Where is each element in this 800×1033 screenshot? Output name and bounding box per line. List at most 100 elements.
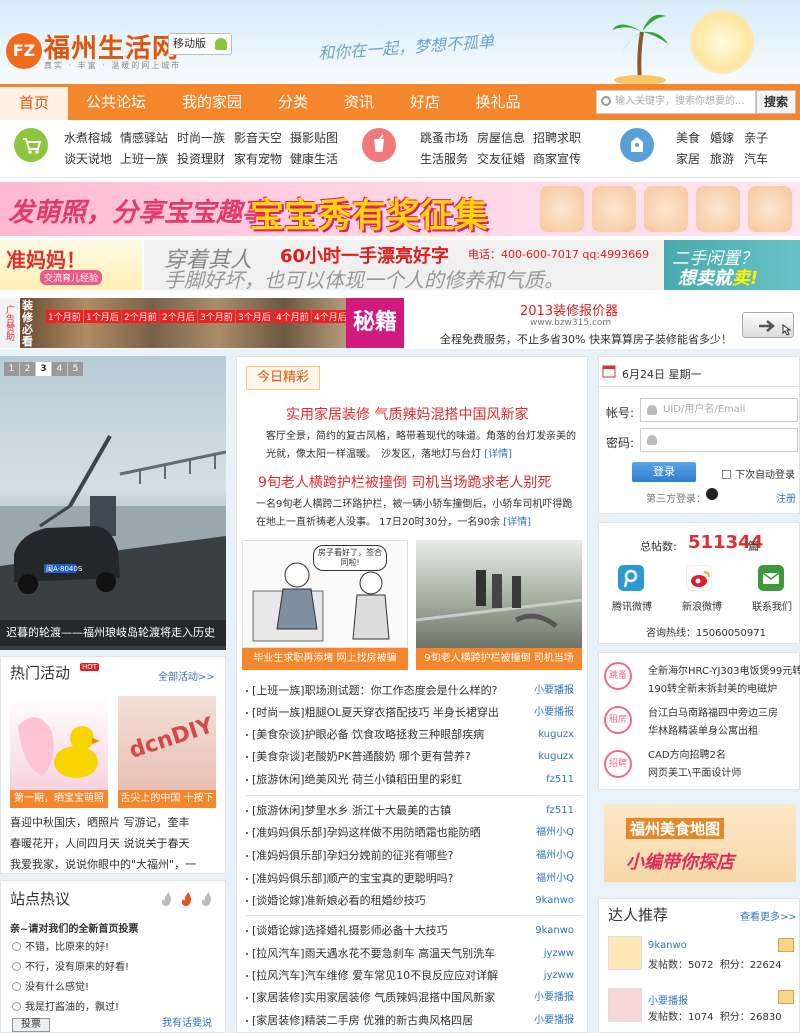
category-link[interactable]: 健康生活 <box>290 150 338 167</box>
news-author[interactable]: 福州小Q <box>536 846 574 866</box>
news-item[interactable]: [美食杂谈]老酸奶PK普通酸奶 哪个更有营养? kuguzx <box>246 747 582 767</box>
login-button[interactable]: 登录 <box>632 462 696 482</box>
sina-weibo-link[interactable]: 新浪微博 <box>682 598 722 613</box>
news-item[interactable]: [准妈妈俱乐部]顺产的宝宝真的更聪明吗? 福州小Q <box>246 869 582 889</box>
news-item[interactable]: [旅游休闲]梦里水乡 浙江十大最美的古镇 fz511 <box>246 801 582 821</box>
news-title[interactable]: [旅游休闲]梦里水乡 浙江十大最美的古镇 <box>252 801 451 821</box>
news-item[interactable]: [旅游休闲]绝美风光 荷兰小镇稻田里的彩虹 fz511 <box>246 770 582 790</box>
tencent-weibo-icon[interactable] <box>618 565 644 591</box>
category-link[interactable]: 影音天空 <box>234 129 282 146</box>
photo-slideshow[interactable]: 12345 闽A·8040S <box>0 356 226 650</box>
category-link[interactable]: 跳蚤市场 <box>420 129 468 146</box>
news-author[interactable]: 9kanwo <box>535 891 574 911</box>
category-link[interactable]: 汽车 <box>744 150 768 167</box>
news-author[interactable]: fz511 <box>546 770 574 790</box>
radio-icon[interactable] <box>12 962 21 971</box>
category-link[interactable]: 旅游 <box>710 150 734 167</box>
category-link[interactable]: 情感驿站 <box>120 129 168 146</box>
recruitment-badge[interactable]: 招聘 <box>604 750 632 778</box>
news-author[interactable]: jyzww <box>544 966 574 986</box>
activity-image[interactable]: dcnDIY <box>118 696 217 790</box>
nav-item-gifts[interactable]: 换礼品 <box>464 84 532 120</box>
classified-link[interactable]: 全新海尔HRC-YJ303电饭煲99元转 <box>648 662 800 677</box>
category-link[interactable]: 生活服务 <box>420 150 468 167</box>
avatar[interactable] <box>608 988 642 1022</box>
news-item[interactable]: [准妈妈俱乐部]孕妇分娩前的征兆有哪些? 福州小Q <box>246 846 582 866</box>
expecting-mom-ad[interactable]: 准妈妈！ 交流育儿经验 <box>0 240 142 290</box>
news-title[interactable]: [上班一族]职场测试题：你工作态度会是什么样的? <box>252 681 497 701</box>
activity-link[interactable]: 喜迎中秋国庆，晒照片 写游记，奎丰 <box>10 814 190 830</box>
news-author[interactable]: 小要播报 <box>534 681 574 701</box>
sina-weibo-icon[interactable] <box>686 565 712 591</box>
category-link[interactable]: 招聘求职 <box>533 129 581 146</box>
news-author[interactable]: 小要播报 <box>534 1011 574 1031</box>
news-title[interactable]: [旅游休闲]绝美风光 荷兰小镇稻田里的彩虹 <box>252 770 462 790</box>
rental-badge[interactable]: 租房 <box>604 706 632 734</box>
category-link[interactable]: 时尚一族 <box>177 129 225 146</box>
nav-item-forum[interactable]: 公共论坛 <box>76 84 156 120</box>
classified-link[interactable]: 台江白马南路福四中旁边三房 <box>648 704 778 719</box>
news-title[interactable]: [拉风汽车]雨天遇水花不要急刹车 高温天气别洗车 <box>252 944 495 964</box>
classified-link[interactable]: 华林路精装单身公寓出租 <box>648 722 758 737</box>
news-author[interactable]: 福州小Q <box>536 869 574 889</box>
logo-badge[interactable]: FZ <box>6 33 42 69</box>
all-activities-link[interactable]: 全部活动>> <box>158 668 215 683</box>
news-title[interactable]: [准妈妈俱乐部]顺产的宝宝真的更聪明吗? <box>252 869 453 889</box>
news-title[interactable]: [家居装修]实用家居装修 气质辣妈混搭中国风新家 <box>252 988 495 1008</box>
speak-link[interactable]: 我有话要说 <box>162 1014 212 1029</box>
category-link[interactable]: 房屋信息 <box>477 129 525 146</box>
activity-caption[interactable]: 第一期，晒宝宝萌照 <box>10 790 108 808</box>
category-link[interactable]: 交友征婚 <box>477 150 525 167</box>
category-link[interactable]: 美食 <box>676 129 700 146</box>
category-link[interactable]: 亲子 <box>744 129 768 146</box>
news-author[interactable]: 福州小Q <box>536 823 574 843</box>
second-hand-ad[interactable]: 二手闲置？ 想卖就卖! <box>664 240 800 290</box>
category-link[interactable]: 投资理财 <box>177 150 225 167</box>
activity-link[interactable]: 我爱我家，说说你眼中的"大福州"，一 <box>10 856 220 872</box>
details-link[interactable]: [详情] <box>503 517 531 528</box>
nav-item-shops[interactable]: 好店 <box>398 84 452 120</box>
news-author[interactable]: kuguzx <box>538 725 574 745</box>
slide-caption[interactable]: 迟暮的轮渡——福州琅岐岛轮渡将走入历史 <box>0 620 226 646</box>
activity-caption[interactable]: 舌尖上的中国 十按下 <box>118 790 216 808</box>
auto-login-checkbox[interactable]: 下次自动登录 <box>722 466 795 481</box>
handwriting-ad[interactable]: 穿着其人 手脚好坏，也可以体现一个人的修养和气质。 60小时一手漂亮好字 电话：… <box>144 240 664 292</box>
contact-us-link[interactable]: 联系我们 <box>752 598 792 613</box>
home-icon[interactable] <box>778 990 794 1004</box>
news-author[interactable]: jyzww <box>544 944 574 964</box>
poll-option[interactable]: 不行，没有原来的好看! <box>12 958 129 973</box>
talent-name[interactable]: 9kanwo <box>648 940 687 951</box>
nav-item-classifieds[interactable]: 分类 <box>266 84 320 120</box>
vote-button[interactable]: 投票 <box>12 1018 50 1032</box>
qq-icon[interactable] <box>706 488 718 500</box>
category-link[interactable]: 商家宣传 <box>533 150 581 167</box>
news-item[interactable]: [上班一族]职场测试题：你工作态度会是什么样的? 小要播报 <box>246 681 582 701</box>
register-link[interactable]: 注册 <box>776 490 796 505</box>
avatar[interactable] <box>608 936 642 970</box>
news-item[interactable]: [家居装修]精装二手房 优雅的新古典风格四居 小要播报 <box>246 1011 582 1031</box>
food-map-banner[interactable]: 福州美食地图 小编带你探店 <box>604 804 796 882</box>
news-author[interactable]: kuguzx <box>538 747 574 767</box>
headline-link[interactable]: 实用家居装修 气质辣妈混搭中国风新家 <box>286 404 528 424</box>
tab-today[interactable]: 今日精彩 <box>246 366 320 390</box>
category-link[interactable]: 家有宠物 <box>234 150 282 167</box>
news-item[interactable]: [时尚一族]粗腿OL夏天穿衣搭配技巧 半身长裙穿出 小要播报 <box>246 703 582 723</box>
account-input[interactable]: UID/用户名/Email <box>640 398 798 422</box>
classified-link[interactable]: CAD方向招聘2名 <box>648 746 726 761</box>
checkbox-icon[interactable] <box>722 470 731 479</box>
mobile-version-button[interactable]: 移动版 <box>168 33 232 55</box>
news-image[interactable] <box>415 540 583 648</box>
activity-link[interactable]: 春暖花开，人间四月天 说说关于春天 <box>10 835 190 851</box>
activity-image[interactable] <box>10 696 108 790</box>
news-author[interactable]: 小要播报 <box>534 988 574 1008</box>
poll-option[interactable]: 不错，比原来的好! <box>12 938 109 953</box>
news-item[interactable]: [谈婚论嫁]准新娘必看的租婚纱技巧 9kanwo <box>246 891 582 911</box>
search-button[interactable]: 搜索 <box>756 90 796 114</box>
category-link[interactable]: 水煮榕城 <box>64 129 112 146</box>
nav-item-my-home[interactable]: 我的家园 <box>170 84 254 120</box>
news-title[interactable]: [时尚一族]粗腿OL夏天穿衣搭配技巧 半身长裙穿出 <box>252 703 499 723</box>
quote-calculator-title[interactable]: 2013装修报价器 <box>520 300 618 319</box>
category-link[interactable]: 婚嫁 <box>710 129 734 146</box>
news-item[interactable]: [拉风汽车]汽车维修 爱车常见10不良反应应对详解 jyzww <box>246 966 582 986</box>
news-item[interactable]: [美食杂谈]护眼必备 饮食攻略拯救三种眼部疾病 kuguzx <box>246 725 582 745</box>
